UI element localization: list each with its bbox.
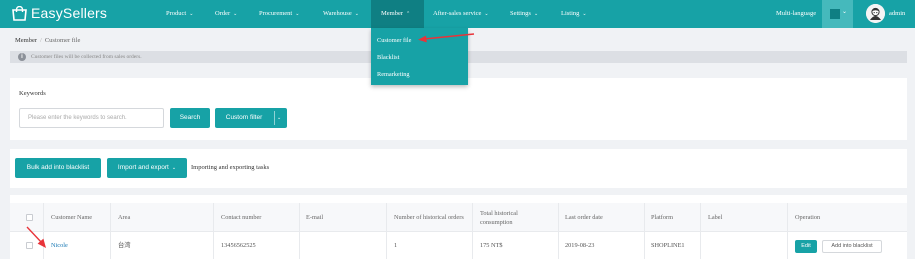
add-blacklist-button[interactable]: Add into blacklist: [822, 240, 882, 253]
nav-order[interactable]: Order ⌄: [215, 0, 237, 28]
column-divider: [213, 203, 214, 259]
app-name: EasySellers: [31, 5, 108, 21]
column-header: Total historical consumption: [480, 209, 518, 226]
column-divider: [43, 203, 44, 259]
cell-orders: 1: [394, 242, 398, 249]
search-input[interactable]: Please enter the keywords to search.: [19, 108, 164, 128]
chevron-down-icon: ⌄: [354, 12, 359, 17]
custom-filter-button[interactable]: Custom filter ⌄: [215, 108, 287, 128]
chevron-down-icon: ⌄: [171, 165, 177, 171]
search-button[interactable]: Search: [170, 108, 210, 128]
import-export-button[interactable]: Import and export ⌄: [107, 158, 187, 178]
nav-listing-label: Listing: [561, 10, 580, 17]
select-all-checkbox[interactable]: [26, 214, 33, 221]
nav-after-sales-label: After-sales service: [433, 10, 482, 17]
chevron-down-icon: ⌄: [842, 9, 848, 15]
actions-panel: Bulk add into blacklist Import and expor…: [10, 149, 907, 188]
column-header: Last order date: [565, 214, 603, 221]
chevron-down-icon: ⌄: [582, 12, 587, 17]
column-header: E-mail: [306, 214, 324, 221]
button-divider: [274, 111, 275, 125]
shopping-bag-icon: [11, 5, 28, 21]
search-panel: Keywords Please enter the keywords to se…: [10, 78, 907, 140]
breadcrumb-separator: /: [40, 37, 42, 44]
menu-item-customer-file[interactable]: Customer file: [377, 37, 411, 44]
username[interactable]: admin: [889, 0, 905, 28]
column-divider: [299, 203, 300, 259]
nav-listing[interactable]: Listing ⌄: [561, 0, 587, 28]
nav-settings-label: Settings: [510, 10, 531, 17]
language-selector[interactable]: ⌄: [822, 0, 853, 28]
customer-table: Customer Name Area Contact number E-mail…: [10, 195, 907, 259]
column-header: Customer Name: [51, 214, 93, 221]
breadcrumb-current: Customer file: [44, 37, 81, 44]
chevron-down-icon: ⌄: [189, 12, 194, 17]
column-header: Platform: [651, 214, 674, 221]
menu-item-blacklist[interactable]: Blacklist: [377, 54, 399, 61]
keywords-label: Keywords: [19, 90, 46, 97]
column-header: Contact number: [221, 214, 262, 221]
bulk-add-blacklist-button[interactable]: Bulk add into blacklist: [15, 158, 101, 178]
nav-warehouse-label: Warehouse: [323, 10, 352, 17]
info-icon: i: [18, 53, 26, 61]
avatar[interactable]: [866, 4, 885, 23]
column-divider: [787, 203, 788, 259]
cell-contact: 13456562525: [221, 242, 256, 249]
multi-language-link[interactable]: Multi-language: [776, 0, 816, 28]
chevron-down-icon[interactable]: ⌄: [277, 108, 281, 128]
column-divider: [644, 203, 645, 259]
breadcrumb-parent[interactable]: Member: [15, 37, 37, 44]
member-dropdown-menu: Customer file Blacklist Remarketing: [371, 28, 468, 85]
cell-last-order: 2019-08-23: [565, 242, 595, 249]
column-divider: [110, 203, 111, 259]
edit-button[interactable]: Edit: [795, 240, 817, 253]
custom-filter-label: Custom filter: [225, 114, 263, 121]
cell-area: 台湾: [118, 242, 131, 249]
nav-product[interactable]: Product ⌄: [166, 0, 193, 28]
cell-platform: SHOPLINE1: [651, 242, 685, 249]
breadcrumb: Member / Customer file: [15, 37, 80, 44]
column-divider: [558, 203, 559, 259]
menu-item-remarketing[interactable]: Remarketing: [377, 71, 410, 78]
top-nav-bar: EasySellers Product ⌄ Order ⌄ Procurement ⌄…: [0, 0, 915, 28]
nav-settings[interactable]: Settings ⌄: [510, 0, 538, 28]
column-header: Area: [118, 214, 131, 221]
chevron-down-icon: ⌄: [533, 12, 539, 17]
nav-product-label: Product: [166, 10, 187, 17]
nav-procurement[interactable]: Procurement ⌄: [259, 0, 299, 28]
import-export-tasks-link[interactable]: Importing and exporting tasks: [191, 158, 269, 178]
chevron-down-icon: ⌄: [484, 12, 489, 17]
chevron-up-icon: ⌃: [406, 12, 411, 17]
nav-member[interactable]: Member ⌃: [371, 0, 424, 28]
flag-icon: [830, 9, 840, 19]
column-divider: [700, 203, 701, 259]
nav-order-label: Order: [215, 10, 231, 17]
column-divider: [386, 203, 387, 259]
info-text: Customer files will be collected from sa…: [31, 54, 142, 60]
import-export-label: Import and export: [117, 164, 169, 171]
chevron-down-icon: ⌄: [233, 12, 238, 17]
nav-after-sales[interactable]: After-sales service ⌄: [433, 0, 489, 28]
nav-member-label: Member: [381, 10, 404, 17]
customer-name-link[interactable]: Nicole: [51, 233, 68, 258]
nav-warehouse[interactable]: Warehouse ⌄: [323, 0, 359, 28]
column-header: Label: [708, 214, 723, 221]
column-header: Operation: [795, 214, 821, 221]
column-header: Number of historical orders: [394, 214, 464, 221]
cell-consumption: 175 NT$: [480, 242, 503, 249]
column-divider: [472, 203, 473, 259]
row-checkbox[interactable]: [26, 242, 33, 249]
nav-procurement-label: Procurement: [259, 10, 293, 17]
chevron-down-icon: ⌄: [295, 12, 300, 17]
table-header: Customer Name Area Contact number E-mail…: [10, 203, 907, 232]
logo[interactable]: EasySellers: [11, 6, 107, 21]
